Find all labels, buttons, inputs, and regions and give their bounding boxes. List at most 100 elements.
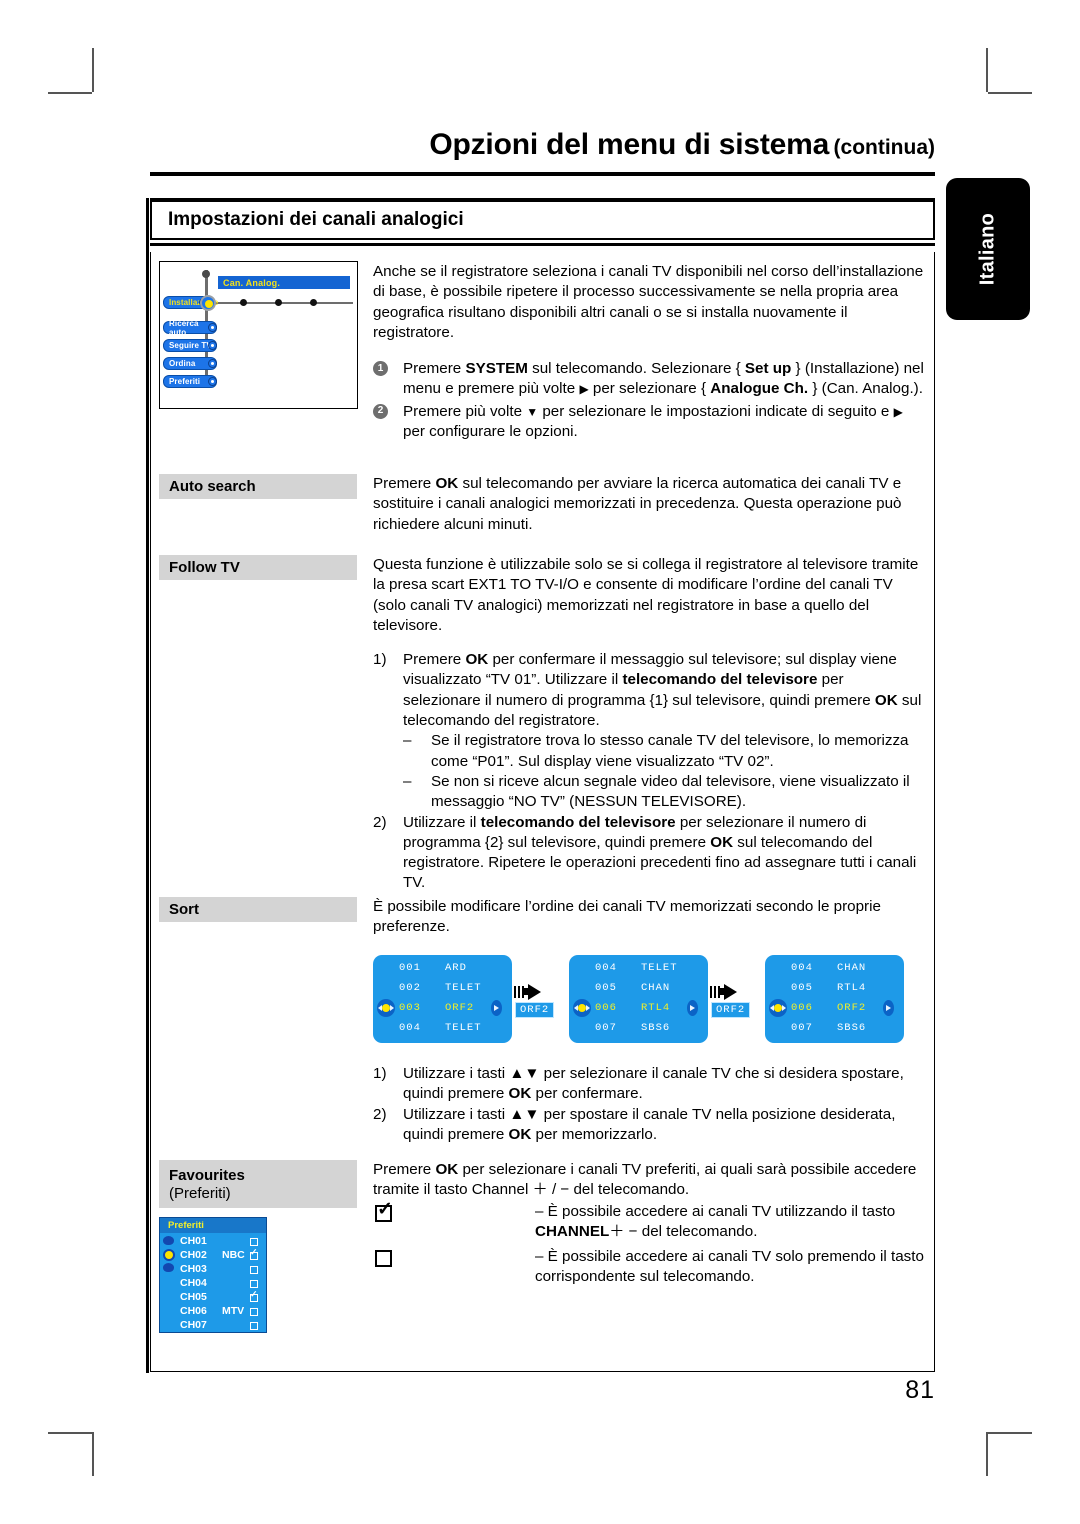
follow-tv-intro: Questa funzione è utilizzabile solo se s… [373,556,919,634]
fav-a: Premere [373,1161,436,1178]
tv3-r1-num: 004 [791,962,813,974]
ss2a: Utilizzare i tasti [403,1105,510,1123]
tv2-r1-num: 004 [595,962,617,974]
page-title-continued: (continua) [833,136,935,159]
step-badge-2: 2 [373,403,388,419]
right-arrow-icon-tv3 [883,1000,894,1016]
intro-block: Anche se il registratore seleziona i can… [373,262,924,442]
section-label-auto-search: Auto search [159,474,357,499]
follow-tv-body: Questa funzione è utilizzabile solo se s… [373,555,924,894]
follow-tv-bullet-2-text: Se non si riceve alcun segnale video dal… [431,772,910,811]
tv1-r1-num: 001 [399,962,421,974]
tv2-r3-name: RTL4 [641,1002,671,1014]
tv1-r3-num: 003 [399,1002,421,1014]
tv2-r2-num: 005 [595,982,617,994]
section-label-favourites: Favourites (Preferiti) [159,1160,357,1208]
tv1-row-3: 003 ORF2 [373,998,512,1018]
ss2-key-ok: OK [508,1125,532,1143]
pref-r4-checkbox[interactable] [250,1280,258,1288]
section-label-sort-text: Sort [169,901,199,918]
pref-r6-checkbox[interactable] [250,1308,258,1316]
sort-step2-num: 2) [373,1105,387,1123]
tv3-r2-name: RTL4 [837,982,867,994]
ft1-key-ok-2: OK [874,691,898,709]
tv1-r4-name: TELET [445,1022,482,1034]
section-label-favourites-sub: (Preferiti) [169,1184,231,1202]
preferiti-row-2[interactable]: CH02 NBC [160,1248,266,1263]
ft-step1-num: 1) [373,651,387,669]
tv3-row-1: 004 CHAN [765,958,904,978]
pref-r3-checkbox[interactable] [250,1266,258,1274]
tv3-r4-name: SBS6 [837,1022,867,1034]
right-arrow-icon: ▶ [579,382,589,397]
tree-item-ricerca-auto-dot [208,323,217,332]
pref-r2-checkbox[interactable] [250,1248,258,1260]
preferiti-row-7[interactable]: CH07 [160,1319,266,1333]
section-label-follow-tv: Follow TV [159,555,357,580]
intro-steps: 1 Premere SYSTEM sul telecomando. Selezi… [373,359,924,442]
plus-minus-icon-1: ＋ / − [532,1181,570,1199]
section-heading-rule [150,243,935,246]
tv3-row-4: 007 SBS6 [765,1018,904,1038]
content-frame: Can. Analog. Installazione Ricerca auto [150,252,935,1372]
up-down-arrows-icon-1: ▲▼ [509,1065,540,1082]
flow-arrow-2 [710,983,744,1001]
section-label-favourites-text: Favourites [169,1166,245,1184]
pref-r1-ch: CH01 [180,1235,207,1247]
osd-menu-tree: Can. Analog. Installazione Ricerca auto [159,261,358,409]
s2c: per configurare le opzioni. [403,423,578,441]
pref-r6-net: MTV [222,1305,245,1317]
tv2-r3-num: 006 [595,1002,617,1014]
title-rule [150,172,935,176]
tv1-r4-num: 004 [399,1022,421,1034]
favourites-body: Premere OK per selezionare i canali TV p… [373,1160,924,1201]
ft-step2-num: 2) [373,813,387,831]
section-heading-box: Impostazioni dei canali analogici [150,198,935,240]
plus-minus-icon-2: ＋ − [609,1223,638,1241]
tv3-row-3: 006 ORF2 [765,998,904,1018]
s1a: Premere [403,360,466,378]
tree-item-preferiti-label: Preferiti [169,377,201,386]
pref-r5-checkbox[interactable] [250,1290,258,1302]
language-tab-label: Italiano [976,212,999,286]
auto-search-text: Premere OK sul telecomando per avviare l… [373,474,924,535]
preferiti-osd-header: Preferiti [160,1218,266,1233]
tree-item-ordina-label: Ordina [169,359,196,368]
sort-screens: 001 ARD 002 TELET 003 ORF2 004 TELET ORF… [373,955,924,1043]
tree-item-seguire-tv-label: Seguire TV [169,341,212,350]
pref-r1-checkbox[interactable] [250,1238,258,1246]
tv2-row-2: 005 CHAN [569,978,708,998]
ft2a: Utilizzare il [403,813,481,831]
ft2-key-remote: telecomando del televisore [480,813,676,831]
tv3-r4-num: 007 [791,1022,813,1034]
tv3-r2-num: 005 [791,982,813,994]
favourites-unchecked-note: – È possibile accedere ai canali TV solo… [535,1248,924,1286]
sort-steps: 1) Utilizzare i tasti ▲▼ per selezionare… [373,1064,924,1145]
left-rail [146,198,149,1373]
section-label-follow-tv-text: Follow TV [169,559,240,576]
section-label-auto-search-text: Auto search [169,478,256,495]
follow-tv-bullet-1-text: Se il registratore trova lo stesso canal… [431,732,909,770]
s2a: Premere più volte [403,402,527,420]
preferiti-row-6[interactable]: CH06 MTV [160,1305,266,1319]
tv2-r1-name: TELET [641,962,678,974]
pref-r2-ch: CH02 [180,1249,207,1261]
ft1a: Premere [403,651,466,669]
page-title-main: Opzioni del menu di sistema [429,128,830,161]
s1-key-system: SYSTEM [465,360,528,378]
step-badge-1: 1 [373,361,388,377]
flow-arrow-1 [514,983,548,1001]
preferiti-row-3[interactable]: CH03 [160,1263,266,1277]
right-arrow-icon-tv2 [687,1000,698,1016]
tree-item-ordina-dot [208,359,217,368]
section-label-sort: Sort [159,897,357,922]
pref-r7-checkbox[interactable] [250,1322,258,1330]
sort-intro-body: È possibile modificare l’ordine dei cana… [373,897,924,938]
preferiti-row-5[interactable]: CH05 [160,1290,266,1305]
tv2-r4-name: SBS6 [641,1022,671,1034]
tree-hub-selected [200,295,216,311]
tv2-row-4: 007 SBS6 [569,1018,708,1038]
bullet-dash-2: – [403,772,412,790]
s1-key-setup: Set up [744,360,792,378]
sort-tag-1: ORF2 [515,1002,555,1018]
